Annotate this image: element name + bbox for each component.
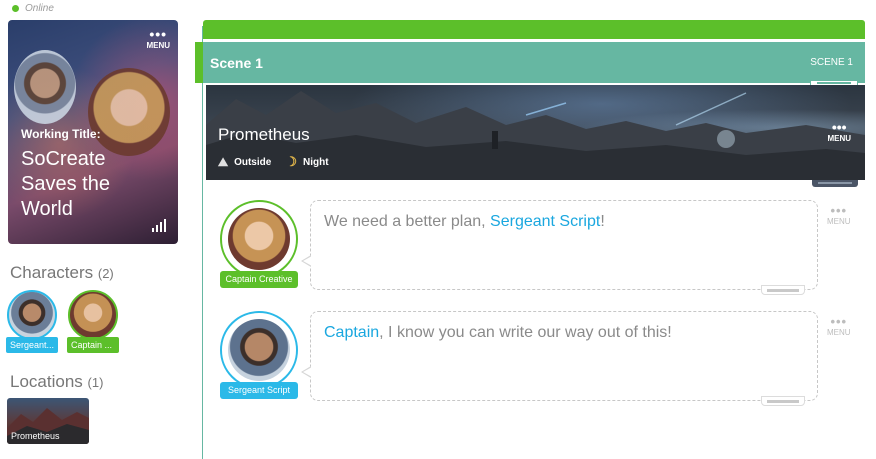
dialogue-menu-label: MENU bbox=[827, 217, 851, 226]
more-dots-icon: ••• bbox=[831, 119, 847, 135]
dialogue-text-2[interactable]: Captain, I know you can write our way ou… bbox=[324, 324, 672, 342]
working-title-label: Working Title: bbox=[21, 127, 101, 141]
more-dots-icon: ••• bbox=[830, 203, 848, 218]
character-thumb-sergeant-script[interactable]: Sergeant... bbox=[6, 290, 58, 354]
characters-heading-label: Characters bbox=[10, 263, 94, 282]
character-mention[interactable]: Sergeant Script bbox=[490, 213, 600, 230]
location-thumb-prometheus[interactable]: Prometheus bbox=[7, 398, 89, 444]
dialogue-text-1[interactable]: We need a better plan, Sergeant Script! bbox=[324, 213, 605, 231]
scene-number: SCENE 1 bbox=[810, 57, 853, 68]
dialogue-box-1[interactable]: We need a better plan, Sergeant Script! bbox=[301, 200, 818, 295]
story-menu-button[interactable]: ••• MENU bbox=[146, 26, 170, 50]
dialogue-box-2[interactable]: Captain, I know you can write our way ou… bbox=[301, 311, 818, 406]
scene-name: Scene 1 bbox=[210, 55, 263, 71]
story-card[interactable]: ••• MENU Working Title: SoCreate Saves t… bbox=[8, 20, 178, 244]
characters-count: (2) bbox=[97, 266, 114, 281]
story-top-bar[interactable] bbox=[203, 20, 865, 39]
location-menu-label: MENU bbox=[827, 134, 851, 143]
character-thumb-captain-creative[interactable]: Captain ... bbox=[67, 290, 119, 354]
location-thumb-label: Prometheus bbox=[11, 431, 60, 441]
location-menu-button[interactable]: ••• MENU bbox=[827, 119, 851, 143]
captain-creative-tag: Captain ... bbox=[67, 337, 119, 353]
sergeant-script-tag: Sergeant... bbox=[6, 337, 58, 353]
signal-bars-icon[interactable] bbox=[152, 219, 166, 232]
scene-accent-bar bbox=[195, 42, 203, 83]
dialogue-menu-button-2[interactable]: ••• MENU bbox=[827, 314, 851, 337]
more-dots-icon: ••• bbox=[149, 26, 168, 42]
online-status: Online bbox=[12, 3, 54, 14]
sergeant-script-dialogue-avatar[interactable] bbox=[220, 311, 298, 389]
locations-count: (1) bbox=[87, 375, 104, 390]
dialogue-menu-label: MENU bbox=[827, 328, 851, 337]
character-mention[interactable]: Captain bbox=[324, 324, 379, 341]
locations-heading-label: Locations bbox=[10, 372, 83, 391]
story-title: SoCreate Saves the World bbox=[21, 148, 110, 220]
sergeant-script-dialogue-tag: Sergeant Script bbox=[220, 382, 298, 399]
dialogue-drag-handle[interactable] bbox=[761, 396, 805, 406]
captain-creative-dialogue-avatar[interactable] bbox=[220, 200, 298, 278]
timeline-divider bbox=[202, 26, 203, 459]
location-time: Night bbox=[302, 156, 329, 168]
story-menu-label: MENU bbox=[146, 41, 170, 50]
captain-creative-avatar bbox=[68, 290, 118, 340]
more-dots-icon: ••• bbox=[830, 314, 848, 329]
sergeant-script-avatar bbox=[7, 290, 57, 340]
story-art-hero-male bbox=[14, 50, 76, 124]
status-label: Online bbox=[25, 3, 54, 14]
location-meta: ⛰ Outside ☽ Night bbox=[218, 154, 329, 170]
outside-icon: ⛰ bbox=[218, 154, 229, 169]
locations-heading: Locations (1) bbox=[10, 372, 103, 392]
location-name: Prometheus bbox=[218, 125, 310, 144]
scene-header[interactable]: Scene 1 SCENE 1 bbox=[195, 42, 865, 89]
characters-heading: Characters (2) bbox=[10, 263, 114, 283]
captain-creative-dialogue-tag: Captain Creative bbox=[220, 271, 298, 288]
moon-icon: ☽ bbox=[285, 154, 297, 169]
location-banner[interactable]: Prometheus ⛰ Outside ☽ Night ••• MENU bbox=[206, 85, 865, 180]
dialogue-drag-handle[interactable] bbox=[761, 285, 805, 295]
location-setting: Outside bbox=[234, 156, 272, 168]
story-art-hero-female bbox=[88, 68, 170, 156]
status-dot-icon bbox=[12, 5, 19, 12]
location-drag-handle[interactable] bbox=[812, 180, 858, 187]
dialogue-menu-button-1[interactable]: ••• MENU bbox=[827, 203, 851, 226]
